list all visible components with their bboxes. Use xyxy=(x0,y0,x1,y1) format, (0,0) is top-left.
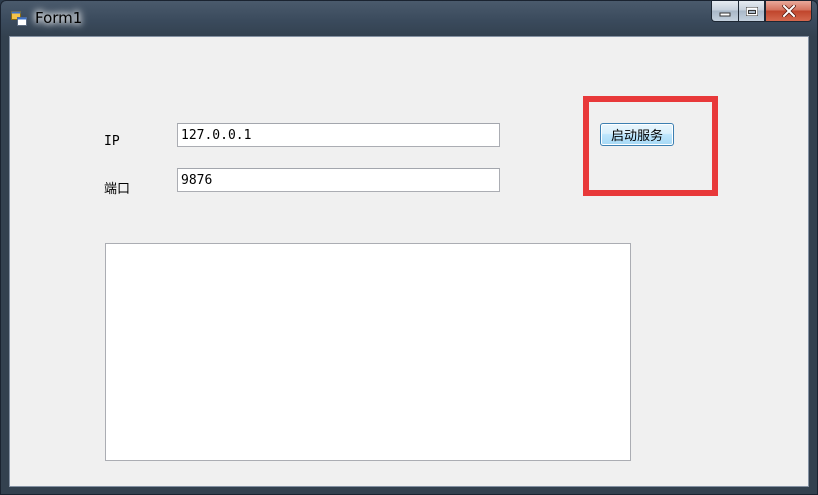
maximize-button[interactable] xyxy=(738,1,765,22)
app-window: Form1 IP 127.0.0.1 端口 9876 启动服务 xyxy=(0,0,818,495)
window-title: Form1 xyxy=(35,9,83,27)
start-service-button[interactable]: 启动服务 xyxy=(600,123,674,146)
minimize-button[interactable] xyxy=(711,1,738,22)
form-client-area: IP 端口 启动服务 xyxy=(9,36,809,487)
port-input[interactable] xyxy=(177,168,500,192)
close-icon xyxy=(780,2,797,21)
caption-buttons xyxy=(711,1,812,22)
log-textarea[interactable] xyxy=(105,243,631,461)
maximize-icon xyxy=(745,2,759,21)
winforms-app-icon xyxy=(11,10,27,26)
minimize-icon xyxy=(719,2,731,21)
annotation-highlight-box xyxy=(583,96,718,196)
close-button[interactable] xyxy=(765,1,812,22)
title-bar[interactable]: Form1 xyxy=(1,1,817,35)
ip-label: IP xyxy=(104,134,120,149)
ip-input[interactable] xyxy=(177,123,500,147)
port-label: 端口 xyxy=(104,182,131,197)
